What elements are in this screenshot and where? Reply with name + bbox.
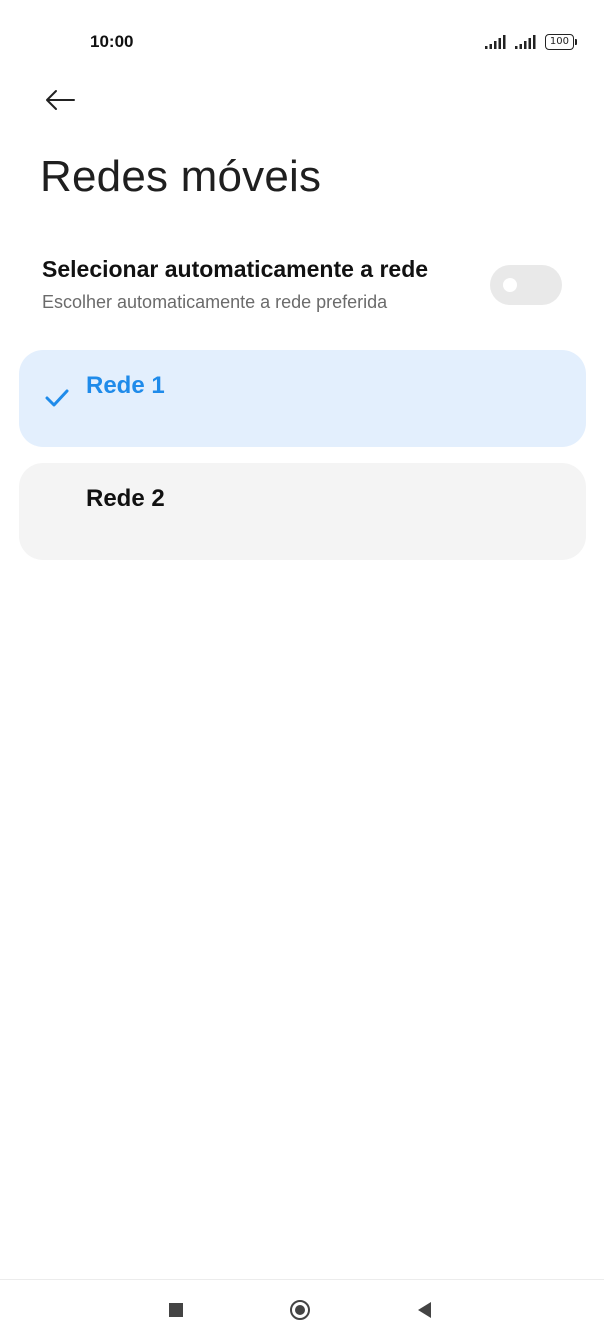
network-label: Rede 2 <box>86 485 165 512</box>
auto-select-title: Selecionar automaticamente a rede <box>42 256 429 282</box>
auto-select-toggle[interactable] <box>490 265 562 305</box>
signal-icon <box>484 35 506 49</box>
signal-icon <box>514 35 536 49</box>
page-title: Redes móveis <box>40 152 322 201</box>
navigation-bar <box>0 1280 604 1344</box>
status-time: 10:00 <box>90 32 134 51</box>
network-option-rede-1[interactable]: Rede 1 <box>19 350 586 447</box>
toggle-knob <box>503 278 517 292</box>
back-button[interactable] <box>38 82 82 118</box>
network-option-rede-2[interactable]: Rede 2 <box>19 463 586 560</box>
status-icons: 100 <box>484 34 578 50</box>
checkmark-icon <box>45 389 69 407</box>
recents-square-icon[interactable] <box>169 1303 183 1317</box>
status-bar: 10:00 100 <box>0 0 604 70</box>
home-circle-icon[interactable] <box>290 1300 310 1320</box>
battery-icon: 100 <box>544 34 578 50</box>
arrow-left-icon <box>46 90 75 110</box>
network-label: Rede 1 <box>86 372 165 399</box>
back-triangle-icon[interactable] <box>418 1302 431 1318</box>
auto-select-subtitle: Escolher automaticamente a rede preferid… <box>42 292 388 312</box>
